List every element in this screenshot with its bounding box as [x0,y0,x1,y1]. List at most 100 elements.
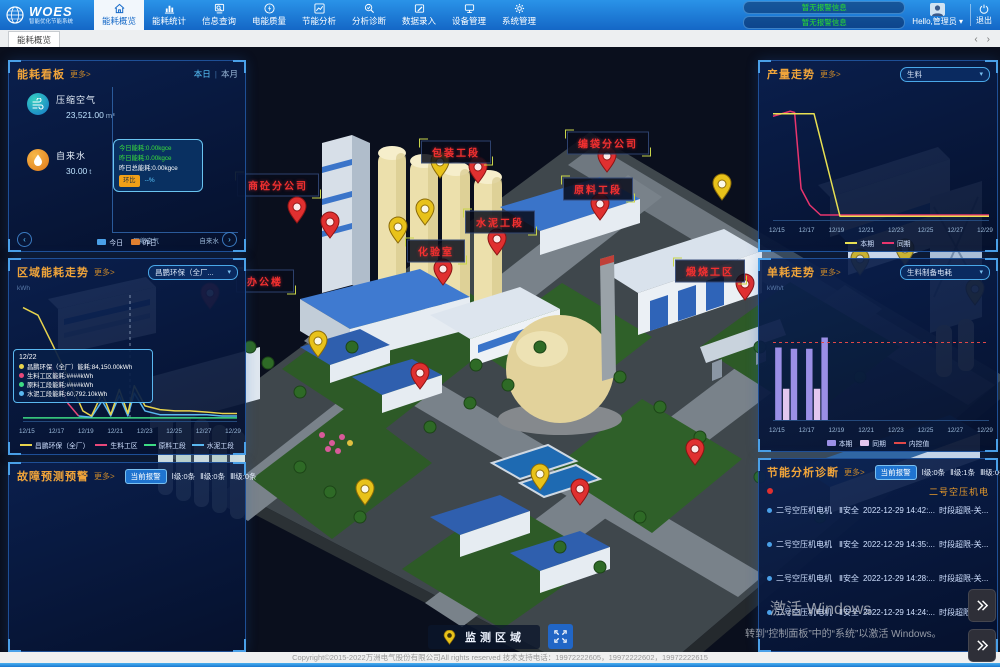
alarm-lv: Ⅱ安全 [839,573,859,584]
axis-tick: 12/27 [947,227,963,234]
axis-tick: 12/25 [918,227,934,234]
tab-scroll-left[interactable]: ‹ [974,34,977,45]
legend-item[interactable]: 今日 [97,237,123,247]
fullscreen-button[interactable] [548,624,573,649]
nav-label: 设备管理 [452,15,486,27]
item-value: 30.00 [66,166,87,176]
nav-item-system-management[interactable]: 系统管理 [494,0,544,30]
logo-title: WOES [29,5,73,18]
tab-scroll-right[interactable]: › [987,34,990,45]
collapse-arrow-icon [976,599,989,612]
user-menu[interactable]: Hello,管理员 ▾ [912,3,963,27]
product-dropdown[interactable]: 生料 ▾ [900,67,990,82]
regional-chart-tooltip: 12/22 昌鹏环保（全厂）能耗:84,150.00kWh生料工区能耗:####… [13,349,153,403]
legend-swatch [95,444,107,446]
alarm-dev: 二号空压机电机 [776,607,832,618]
nav-item-device-management[interactable]: 设备管理 [444,0,494,30]
more-link[interactable]: 更多> [820,267,841,278]
legend-item[interactable]: 本期 [845,238,874,248]
legend-item[interactable]: 同期 [860,438,886,448]
nav-item-info-query[interactable]: 信息查询 [194,0,244,30]
map-label-concrete-branch[interactable]: 商砼分公司 [237,174,319,197]
more-link[interactable]: 更多> [70,69,91,80]
axis-tick: 12/23 [137,428,153,435]
fullscreen-icon [554,630,567,643]
item-unit: t [89,167,91,176]
more-link[interactable]: 更多> [844,467,865,478]
axis-tick: 12/25 [918,427,934,434]
diagnosis-alarm-list: 二号空压机电机Ⅱ安全2022-12-29 14:42:...时段超限-关...二… [767,505,991,641]
legend-item[interactable]: 内控值 [894,438,929,448]
side-widget-button-bottom[interactable] [968,629,996,662]
nav-item-energy-analysis[interactable]: 节能分析 [294,0,344,30]
alarm-lv: Ⅱ安全 [839,607,859,618]
legend-label: 内控值 [909,438,929,448]
current-alarm-button[interactable]: 当前报警 [875,465,917,480]
legend-item[interactable]: 水泥工段 [192,440,234,450]
main-nav: 能耗概览 能耗统计 信息查询 电能质量 节能分析 分析诊断 [94,0,544,30]
map-label-bag-branch[interactable]: 编袋分公司 [567,132,649,155]
nav-item-analysis-diagnosis[interactable]: 分析诊断 [344,0,394,30]
panel-energy-diagnosis: 节能分析诊断 更多> 当前报警 Ⅰ级:0条 Ⅱ级:1条 Ⅲ级:0条 二号空压机电… [758,458,998,652]
nav-label: 能耗概览 [102,15,136,27]
legend-item[interactable]: 本期 [827,438,853,448]
collapse-arrow-icon [976,639,989,652]
alarm-banner-top[interactable]: 暂无报警信息 [743,1,905,14]
legend-item[interactable]: 昨日 [131,237,157,247]
nav-item-energy-stats[interactable]: 能耗统计 [144,0,194,30]
diagnosis-marquee: 二号空压机电 [767,485,989,497]
nav-item-power-quality[interactable]: 电能质量 [244,0,294,30]
tooltip-series-dot [19,382,24,387]
tab-bar: 能耗概览 ‹ › [0,30,1000,47]
map-label-packaging-section[interactable]: 包装工段 [421,141,491,164]
axis-tick: 12/21 [858,227,874,234]
alarm-list-item[interactable]: 二号空压机电机Ⅱ安全2022-12-29 14:28:...时段超限-关... [767,573,991,584]
tooltip-series-row: 水泥工段能耗:60,792.10kWh [19,389,147,398]
bars-same-period [783,389,820,420]
axis-tick: 12/17 [799,427,815,434]
alarm-list-item[interactable]: 二号空压机电机Ⅱ安全2022-12-29 14:42:...时段超限-关... [767,505,991,516]
alarm-list-item[interactable]: 二号空压机电机Ⅱ安全2022-12-29 14:35:...时段超限-关... [767,539,991,550]
map-label-calcination-area[interactable]: 煅烧工区 [675,260,745,283]
gear-icon [514,3,525,14]
monitor-area-button[interactable]: 监测区域 [428,625,540,649]
axis-tick: 12/19 [78,428,94,435]
legend-item[interactable]: 原料工段 [144,440,186,450]
alarm-list-item[interactable]: 二号空压机电机Ⅱ安全2022-12-29 14:24:...时段超限-关... [767,607,991,618]
tooltip-series-row: 昌鹏环保（全厂）能耗:84,150.00kWh [19,362,147,371]
map-label-cement-section[interactable]: 水泥工段 [465,211,535,234]
axis-tick: 12/29 [977,427,993,434]
legend-item[interactable]: 昌鹏环保（全厂） [20,440,89,450]
nav-item-data-entry[interactable]: 数据录入 [394,0,444,30]
tooltip-line: 昨日总能耗:0.00kgce [119,164,197,174]
logout-button[interactable]: 退出 [970,4,997,26]
tab-energy-overview[interactable]: 能耗概览 [8,31,60,47]
alarm-dev: 二号空压机电机 [776,573,832,584]
map-label-laboratory[interactable]: 化验室 [407,240,465,263]
kanban-item-tap-water[interactable]: 自来水 30.00t [27,149,91,176]
current-alarm-button[interactable]: 当前报警 [125,469,167,484]
nav-item-energy-overview[interactable]: 能耗概览 [94,0,144,30]
more-link[interactable]: 更多> [94,267,115,278]
region-dropdown[interactable]: 昌鹏环保（全厂... ▾ [148,265,238,280]
alarm-dev: 二号空压机电机 [776,505,832,516]
level1-count: Ⅰ级:0条 [922,467,945,478]
y-axis-label: kWh/t [767,285,784,292]
consumption-type-dropdown[interactable]: 生料制备电耗 ▾ [900,265,990,280]
more-link[interactable]: 更多> [820,69,841,80]
alarm-ds: 时段超限-关... [939,505,988,516]
alarm-banner-bottom[interactable]: 暂无报警信息 [743,16,905,29]
side-widget-button-top[interactable] [968,589,996,622]
map-label-raw-material-section[interactable]: 原料工段 [563,178,633,201]
legend-item[interactable]: 生料工区 [95,440,137,450]
kanban-item-compressed-air[interactable]: 压缩空气 23,521.00m³ [27,93,115,120]
unit-legend: 本期同期 内控值 [759,438,997,448]
line-chart-icon [314,3,325,14]
power-icon [979,4,989,14]
more-link[interactable]: 更多> [94,471,115,482]
tooltip-series-row: 生料工区能耗:####kWh [19,371,147,380]
axis-tick: 12/23 [888,227,904,234]
legend-item[interactable]: 同期 [882,238,911,248]
logout-label: 退出 [976,15,992,26]
toggle-day[interactable]: 本日 [194,68,211,80]
